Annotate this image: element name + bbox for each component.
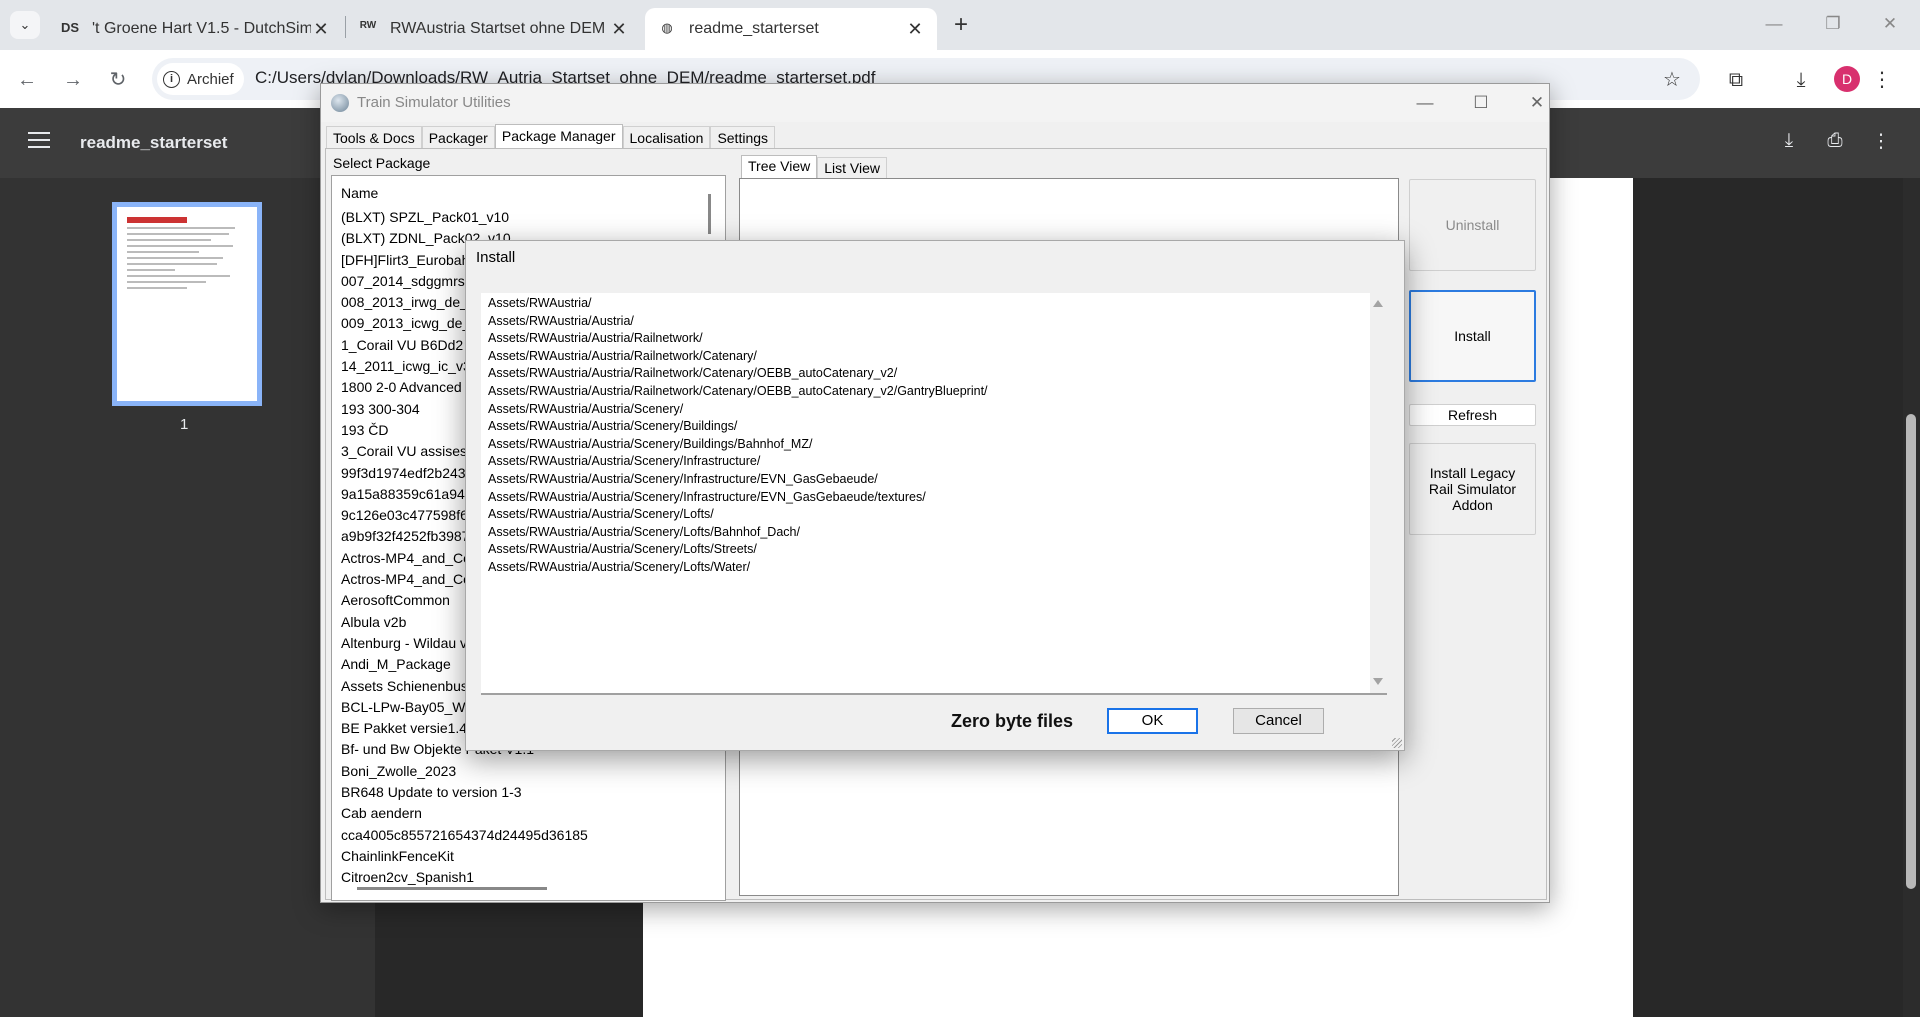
file-path-item: Assets/RWAustria/Austria/ — [488, 313, 634, 328]
pdf-print-icon[interactable]: ⎙ — [1820, 130, 1850, 156]
bookmark-star-icon[interactable]: ☆ — [1656, 64, 1688, 96]
file-path-item: Assets/RWAustria/Austria/Scenery/Infrast… — [488, 471, 878, 486]
minimize-button[interactable]: — — [1403, 88, 1447, 118]
ok-button[interactable]: OK — [1107, 708, 1198, 734]
select-package-label: Select Package — [333, 155, 431, 171]
tab-label: RWAustria Startset ohne DEM C — [390, 20, 609, 37]
file-path-item: Assets/RWAustria/Austria/Railnetwork/Cat… — [488, 348, 757, 363]
file-path-item: Assets/RWAustria/Austria/Scenery/Lofts/B… — [488, 524, 800, 539]
main-tabs: Tools & Docs Packager Package Manager Lo… — [326, 124, 776, 149]
file-path-item: Assets/RWAustria/Austria/Scenery/Lofts/W… — [488, 559, 751, 574]
package-list-item[interactable]: Citroen2cv_Spanish1 — [332, 867, 588, 888]
zero-byte-files-label: Zero byte files — [951, 711, 1074, 731]
tab-package-manager[interactable]: Package Manager — [494, 124, 623, 149]
app-globe-icon — [331, 94, 349, 112]
new-tab-button[interactable]: + — [945, 10, 977, 40]
scroll-up-icon[interactable] — [1373, 300, 1383, 307]
pdf-more-icon[interactable]: ⋮ — [1866, 130, 1896, 156]
reload-icon: ↻ — [109, 69, 127, 91]
browser-menu-icon[interactable]: ⋮ — [1866, 64, 1898, 96]
browser-tab-readme[interactable]: ◍ readme_starterset ✕ — [645, 8, 937, 50]
forward-button[interactable]: → — [58, 65, 88, 95]
install-dialog: Install Assets/RWAustria/Assets/RWAustri… — [465, 240, 1405, 751]
column-header-name[interactable]: Name — [341, 185, 378, 201]
close-tab-icon[interactable]: ✕ — [609, 19, 629, 40]
file-path-item: Assets/RWAustria/Austria/Railnetwork/ — [488, 331, 703, 346]
file-path-item: Assets/RWAustria/Austria/Scenery/Buildin… — [488, 419, 738, 434]
chevron-down-icon: ⌄ — [19, 17, 31, 32]
package-list-item[interactable]: ChainlinkFenceKit — [332, 846, 588, 867]
cancel-button[interactable]: Cancel — [1233, 708, 1324, 734]
tab-packager[interactable]: Packager — [421, 126, 495, 149]
back-button[interactable]: ← — [12, 65, 42, 95]
site-info-label: Archief — [187, 70, 234, 88]
pdf-title: readme_starterset — [80, 133, 228, 152]
resize-grip[interactable] — [1392, 738, 1402, 748]
file-path-item: Assets/RWAustria/Austria/Railnetwork/Cat… — [488, 366, 898, 381]
file-path-item: Assets/RWAustria/Austria/Scenery/Lofts/ — [488, 507, 714, 522]
file-path-item: Assets/RWAustria/Austria/Scenery/Infrast… — [488, 454, 761, 469]
dialog-list-scrollbar[interactable] — [1370, 293, 1387, 693]
window-title: Train Simulator Utilities — [357, 94, 511, 111]
file-path-item: Assets/RWAustria/Austria/Scenery/Lofts/S… — [488, 542, 757, 557]
tab-search-dropdown[interactable]: ⌄ — [10, 11, 40, 39]
info-icon: i — [163, 70, 180, 88]
dialog-title: Install — [476, 249, 516, 266]
pdf-thumbnail-sidebar: 1 — [0, 178, 375, 1017]
browser-tab-dutchsim[interactable]: DS 't Groene Hart V1.5 - DutchSim ✕ — [48, 8, 343, 50]
package-list-item[interactable]: BR648 Update to version 1-3 — [332, 782, 588, 803]
extensions-puzzle-icon[interactable]: ⧉ — [1720, 64, 1752, 96]
scroll-down-icon[interactable] — [1373, 678, 1383, 685]
restore-window-button[interactable]: ❐ — [1813, 8, 1853, 40]
view-tabs: Tree View List View — [741, 155, 888, 178]
site-info-chip[interactable]: i Archief — [157, 63, 244, 95]
tab-label: readme_starterset — [689, 20, 819, 37]
maximize-button[interactable]: ☐ — [1459, 88, 1503, 118]
file-path-item: Assets/RWAustria/Austria/Railnetwork/Cat… — [488, 383, 988, 398]
refresh-button[interactable]: Refresh — [1409, 404, 1536, 426]
tab-localisation[interactable]: Localisation — [622, 126, 711, 149]
tab-label: 't Groene Hart V1.5 - DutchSim — [92, 20, 311, 37]
uninstall-button[interactable]: Uninstall — [1409, 179, 1536, 271]
tab-settings[interactable]: Settings — [710, 126, 776, 149]
dutchsim-favicon-icon: DS — [60, 20, 80, 35]
package-list-item[interactable]: Boni_Zwolle_2023 — [332, 761, 588, 782]
pdf-menu-icon[interactable] — [28, 132, 50, 153]
close-window-button[interactable]: ✕ — [1870, 8, 1910, 40]
tab-tree-view[interactable]: Tree View — [741, 155, 818, 178]
arrow-right-icon: → — [63, 69, 83, 91]
package-list-item[interactable]: Cab aendern — [332, 803, 588, 824]
arrow-left-icon: ← — [17, 69, 37, 91]
close-button[interactable]: ✕ — [1515, 88, 1559, 118]
install-legacy-addon-button[interactable]: Install Legacy Rail Simulator Addon — [1409, 443, 1536, 535]
close-tab-icon[interactable]: ✕ — [905, 19, 925, 40]
file-path-item: Assets/RWAustria/Austria/Scenery/ — [488, 401, 684, 416]
browser-tab-rwaustria[interactable]: RW RWAustria Startset ohne DEM C ✕ — [346, 8, 641, 50]
downloads-icon[interactable]: ⤓ — [1785, 64, 1817, 96]
tab-list-view[interactable]: List View — [817, 157, 888, 178]
page-thumbnail[interactable] — [112, 202, 262, 406]
file-path-item: Assets/RWAustria/Austria/Scenery/Buildin… — [488, 436, 813, 451]
pdf-scrollbar[interactable] — [1903, 178, 1920, 1017]
file-path-item: Assets/RWAustria/ — [488, 296, 592, 310]
page-number-label: 1 — [180, 416, 189, 433]
package-list-item[interactable]: (BLXT) SPZL_Pack01_v10 — [332, 207, 588, 228]
install-button[interactable]: Install — [1409, 290, 1536, 382]
list-horizontal-scrollbar[interactable] — [357, 887, 547, 890]
minimize-window-button[interactable]: — — [1754, 8, 1794, 40]
file-path-item: Assets/RWAustria/Austria/Scenery/Infrast… — [488, 489, 926, 504]
tab-tools-docs[interactable]: Tools & Docs — [326, 126, 422, 149]
globe-icon: ◍ — [661, 20, 673, 35]
pdf-download-icon[interactable]: ⤓ — [1774, 130, 1804, 156]
reload-button[interactable]: ↻ — [103, 65, 133, 95]
profile-avatar[interactable]: D — [1834, 66, 1860, 92]
package-list-item[interactable]: cca4005c855721654374d24495d36185 — [332, 825, 588, 846]
list-vertical-scrollbar[interactable] — [708, 194, 711, 234]
rw-favicon-icon: RW — [359, 20, 377, 31]
file-path-items: Assets/RWAustria/Assets/RWAustria/Austri… — [488, 295, 988, 577]
zero-byte-files-list[interactable]: Assets/RWAustria/Assets/RWAustria/Austri… — [481, 293, 1387, 695]
window-titlebar: Train Simulator Utilities — ☐ ✕ — [321, 84, 1549, 122]
browser-tab-strip: ⌄ DS 't Groene Hart V1.5 - DutchSim ✕ RW… — [0, 0, 1920, 50]
close-tab-icon[interactable]: ✕ — [311, 19, 331, 40]
